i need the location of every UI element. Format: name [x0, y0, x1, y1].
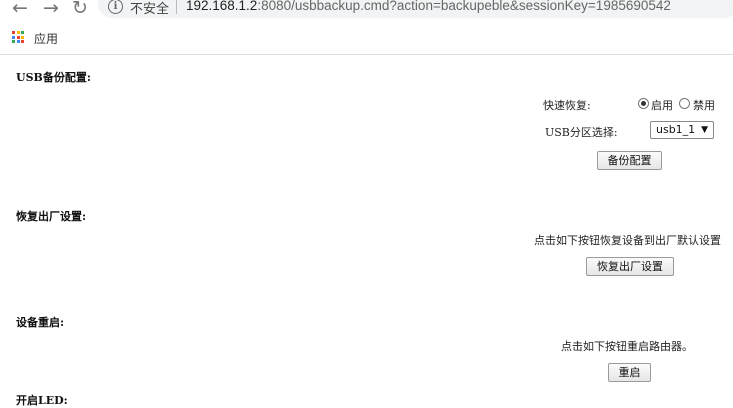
reboot-hint: 点击如下按钮重启路由器。	[561, 340, 693, 353]
backup-config-button[interactable]: 备份配置	[597, 151, 662, 170]
forward-icon[interactable]: →	[43, 0, 59, 18]
led-title: 开启LED:	[16, 394, 68, 407]
enable-radio[interactable]	[638, 98, 649, 109]
back-icon[interactable]: ←	[12, 0, 28, 18]
security-label[interactable]: 不安全	[130, 0, 169, 17]
partition-select[interactable]: usb1_1 ▼	[650, 121, 714, 139]
bookmarks-apps-label[interactable]: 应用	[34, 30, 58, 47]
factory-reset-title: 恢复出厂设置:	[16, 210, 87, 223]
factory-reset-button[interactable]: 恢复出厂设置	[586, 257, 674, 276]
page-content: USB备份配置: 快速恢复: 启用 禁用 USB分区选择: usb1_1 ▼ 备…	[0, 55, 733, 407]
disable-radio[interactable]	[679, 98, 690, 109]
url-host: 192.168.1.2	[186, 0, 258, 13]
reload-icon[interactable]: ↻	[72, 0, 88, 18]
browser-chrome: ← → ↻ i 不安全 192.168.1.2:8080/usbbackup.c…	[0, 0, 733, 55]
quick-restore-label: 快速恢复:	[543, 99, 591, 112]
address-separator	[176, 0, 177, 14]
apps-grid-icon[interactable]	[12, 31, 24, 43]
partition-select-value: usb1_1	[656, 123, 696, 136]
url-path: :8080/usbbackup.cmd?action=backupeble&se…	[257, 0, 671, 13]
url-text[interactable]: 192.168.1.2:8080/usbbackup.cmd?action=ba…	[186, 0, 671, 13]
enable-label: 启用	[651, 99, 673, 112]
usb-backup-title: USB备份配置:	[16, 71, 91, 84]
chevron-down-icon: ▼	[701, 125, 708, 135]
partition-label: USB分区选择:	[545, 126, 618, 139]
factory-reset-hint: 点击如下按钮恢复设备到出厂默认设置	[534, 234, 721, 247]
reboot-button[interactable]: 重启	[608, 363, 651, 382]
disable-label: 禁用	[693, 99, 715, 112]
reboot-title: 设备重启:	[16, 316, 65, 329]
